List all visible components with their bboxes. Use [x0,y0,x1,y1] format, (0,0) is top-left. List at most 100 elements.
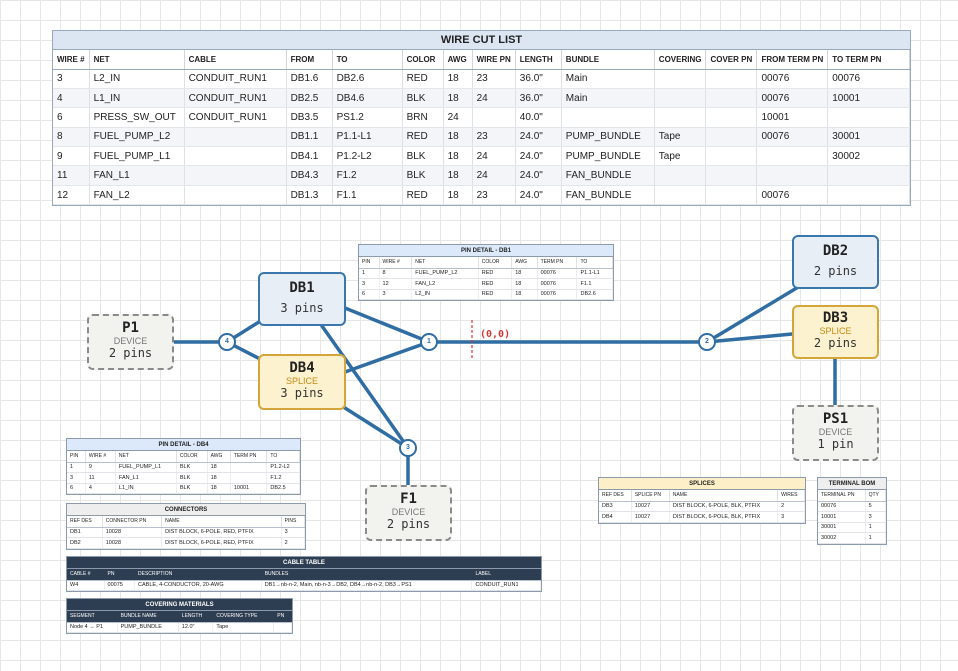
table-cell: 00076 [537,289,578,300]
wire-row[interactable]: 12 FAN_L2 DB1.3 F1.1 RED 18 23 24.0" FAN_BUNDLE 0… [53,185,910,206]
bundle-node-3[interactable]: 3 [399,439,417,457]
table-cell [827,107,910,128]
table-row[interactable]: DB4 10027 DIST BLOCK, 6-POLE, BLK, PTFIX 3 [599,511,805,523]
table-cell: 10027 [631,511,670,523]
splice-db3[interactable]: DB3 SPLICE 2 pins [792,305,879,359]
pin-detail-db1-title: PIN DETAIL - DB1 [359,245,613,257]
splice-db4[interactable]: DB4 SPLICE 3 pins [258,354,346,410]
column-header: TERM PN [537,257,578,269]
table-row[interactable]: 10001 3 [818,511,887,523]
table-cell: PS1.2 [332,107,403,128]
table-cell: DB2.6 [332,69,403,89]
table-row[interactable]: Node 4 → P1 PUMP_BUNDLE 12.0" Tape [67,622,292,633]
table-cell: 18 [207,483,231,494]
table-cell: 10001 [756,107,829,128]
wire-row[interactable]: 4 L1_IN CONDUIT_RUN1 DB2.5 DB4.6 BLK 18 24 36.0"… [53,88,910,109]
table-cell: 00076 [756,69,829,89]
table-cell: 1 [865,522,887,533]
table-cell: 24 [472,146,516,167]
node-pins: 2 pins [813,336,858,350]
table-cell: 00076 [756,88,829,109]
device-ps1[interactable]: PS1 DEVICE 1 pin [792,405,879,461]
table-cell: F1.1 [332,185,403,206]
table-cell: 4 [53,88,90,109]
table-cell: 18 [443,69,473,89]
table-cell: 6 [53,107,90,128]
segment-db4-n1[interactable] [343,340,431,374]
segment-db1-n1[interactable] [343,306,431,344]
table-cell: FUEL_PUMP_L1 [89,146,185,167]
table-row[interactable]: 1 9 FUEL_PUMP_L1 BLK 18 P1.2-L2 [67,462,300,473]
table-cell: CONDUIT_RUN1 [184,107,287,128]
column-header: WIRE PN [472,50,516,70]
table-cell: 30002 [818,532,866,544]
device-p1[interactable]: P1 DEVICE 2 pins [87,314,174,370]
node-pins: 2 pins [813,264,858,278]
column-header: QTY [865,490,887,502]
table-cell [756,146,829,167]
table-cell: 40.0" [515,107,562,128]
column-header: LENGTH [178,611,214,623]
wire-row[interactable]: 6 PRESS_SW_OUT CONDUIT_RUN1 DB3.5 PS1.2 BRN 24… [53,107,910,128]
wire-row[interactable]: 11 FAN_L1 DB4.3 F1.2 BLK 18 24 24.0" FAN_BUNDLE [53,165,910,186]
table-row[interactable]: 6 4 L1_IN BLK 18 10001 DB2.5 [67,483,300,494]
column-header: CONNECTOR PN [102,516,163,528]
connector-db1[interactable]: DB1 3 pins [258,272,346,326]
node-name: DB1 [289,280,315,296]
table-cell: 6 [359,289,380,300]
wire-row[interactable]: 9 FUEL_PUMP_L1 DB4.1 P1.2-L2 BLK 18 24 24.0" PUM… [53,146,910,167]
table-cell: P1.1-L1 [332,127,403,148]
wire-row[interactable]: 3 L2_IN CONDUIT_RUN1 DB1.6 DB2.6 RED 18 23 36.0"… [53,69,910,89]
table-cell: 23 [472,185,516,206]
column-header: COLOR [176,451,208,463]
table-cell: PUMP_BUNDLE [561,127,655,148]
table-cell: 10027 [631,501,670,512]
bundle-node-1[interactable]: 1 [420,333,438,351]
table-cell: 24.0" [515,185,562,206]
connector-db2[interactable]: DB2 2 pins [792,235,879,289]
node-pins: 3 pins [280,386,324,400]
node-type: SPLICE [819,326,852,336]
table-row[interactable]: 30001 1 [818,522,887,533]
table-cell: 10001 [818,511,866,523]
table-cell [705,185,758,206]
splices-table: SPLICES REF DES SPLICE PN NAME WIRES DB3 1002… [598,477,806,524]
origin-label: (0,0) [480,329,510,340]
table-cell: DB2 [67,537,103,549]
wire-row[interactable]: 8 FUEL_PUMP_L2 DB1.1 P1.1-L1 RED 18 23 24.0" PUM… [53,127,910,148]
table-cell: BLK [176,462,208,473]
table-row[interactable]: W4 00075 CABLE, 4-CONDUCTOR, 20-AWG DB1→nb-… [67,580,541,591]
table-row[interactable]: DB1 10028 DIST BLOCK, 6-POLE, RED, PTFIX 3 [67,527,306,538]
table-cell [654,69,707,89]
table-row[interactable]: 3 11 FAN_L1 BLK 18 F1.2 [67,472,300,484]
table-cell: DB2.5 [266,483,300,494]
table-row[interactable]: DB3 10027 DIST BLOCK, 6-POLE, BLK, PTFIX 2 [599,501,805,512]
bundle-node-2[interactable]: 2 [698,333,716,351]
wire-cut-list-header-row: WIRE # NET CABLE FROM TO COLOR AWG WIRE PN LENGT… [53,50,910,70]
table-cell: 3 [359,278,380,290]
device-f1[interactable]: F1 DEVICE 2 pins [365,485,452,541]
table-cell [705,88,758,109]
table-row[interactable]: 3 12 FAN_L2 RED 18 00076 F1.1 [359,278,613,290]
table-cell: DB1 [67,527,103,538]
table-cell: 1 [865,532,887,544]
column-header: REF DES [599,490,632,502]
table-row[interactable]: 30002 1 [818,532,887,544]
table-cell: 3 [379,289,413,300]
node-pins: 2 pins [386,517,431,531]
table-row[interactable]: 00076 5 [818,501,887,512]
bundle-node-4[interactable]: 4 [218,333,236,351]
table-row[interactable]: 6 3 L2_IN RED 18 00076 DB2.6 [359,289,613,300]
table-cell [654,165,707,186]
column-header: NAME [161,516,282,528]
column-header: BUNDLE [561,50,655,70]
table-row[interactable]: 1 8 FUEL_PUMP_L2 RED 18 00076 P1.1-L1 [359,268,613,279]
table-cell: 2 [777,501,805,512]
node-name: DB3 [822,310,849,326]
node-type: DEVICE [113,336,148,346]
column-header: CABLE # [67,569,105,581]
table-cell: FAN_L2 [411,278,479,290]
table-row[interactable]: DB2 10028 DIST BLOCK, 6-POLE, RED, PTFIX 2 [67,537,306,549]
segment-db4-n3[interactable] [343,406,410,450]
wire-cut-list-title: WIRE CUT LIST [53,31,910,50]
